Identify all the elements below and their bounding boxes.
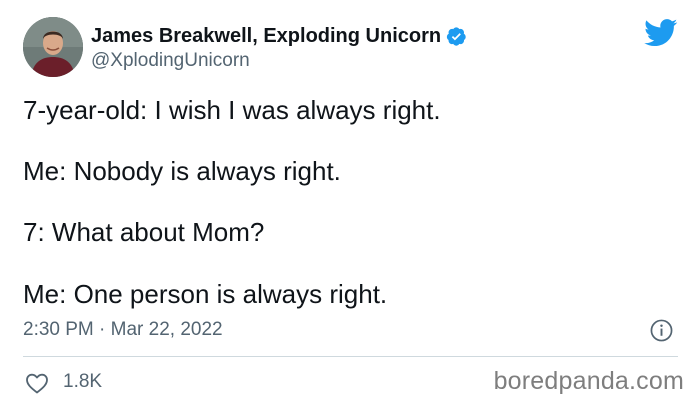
tweet-text-line: 7-year-old: I wish I was always right. (23, 95, 441, 125)
author-handle[interactable]: @XplodingUnicorn (91, 50, 250, 72)
twitter-bird-icon[interactable] (644, 19, 678, 47)
tweet-text-line: Me: One person is always right. (23, 279, 388, 309)
tweet-text-line: Me: Nobody is always right. (23, 156, 341, 186)
author-display-name[interactable]: James Breakwell, Exploding Unicorn (91, 25, 441, 48)
like-count: 1.8K (63, 371, 103, 392)
avatar[interactable] (23, 17, 83, 77)
author-name-row: James Breakwell, Exploding Unicorn (91, 23, 467, 49)
divider (23, 356, 678, 357)
verified-badge-icon (446, 26, 467, 47)
heart-icon[interactable] (25, 372, 49, 394)
tweet-timestamp[interactable]: 2:30 PM · Mar 22, 2022 (23, 319, 223, 341)
info-icon[interactable] (650, 319, 673, 342)
watermark: boredpanda.com (493, 367, 684, 395)
tweet-text-line: 7: What about Mom? (23, 217, 265, 247)
